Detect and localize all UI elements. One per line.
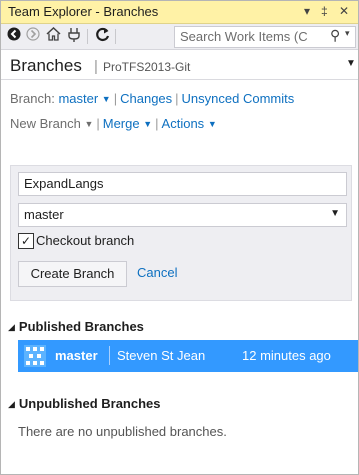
dropdown-icon[interactable]: ▾ [304, 4, 310, 18]
toolbar-separator [87, 29, 88, 44]
page-dropdown-icon[interactable]: ▼ [346, 58, 356, 69]
branch-name: master [55, 348, 98, 363]
branch-name-value: ExpandLangs [24, 176, 104, 191]
branch-icon [24, 345, 46, 367]
actions-label: Actions [161, 116, 205, 131]
new-branch-panel: ExpandLangs master ▼ ✓ Checkout branch C… [10, 165, 352, 301]
merge-link[interactable]: Merge ▼ [103, 116, 152, 131]
search-placeholder: Search Work Items (C [180, 29, 308, 44]
current-branch-name: master [58, 91, 99, 106]
team-explorer-window: Team Explorer - Branches ▾ ‡ ✕ Search Wo… [0, 0, 359, 475]
current-branch-selector[interactable]: master ▼ [58, 91, 110, 106]
checkout-branch-checkbox[interactable]: ✓ [18, 233, 34, 249]
cancel-link[interactable]: Cancel [137, 265, 177, 280]
title-bar[interactable]: Team Explorer - Branches ▾ ‡ ✕ [1, 1, 358, 24]
chevron-down-icon: ▼ [143, 119, 153, 129]
new-branch-link[interactable]: New Branch ▼ [10, 116, 93, 131]
source-branch-value: master [24, 207, 64, 222]
branch-time: 12 minutes ago [242, 348, 331, 363]
branch-author: Steven St Jean [117, 348, 206, 363]
nav-separator: | [113, 91, 118, 106]
chevron-down-icon: ▼ [330, 208, 340, 219]
toolbar: Search Work Items (C ⚲ ▾ [1, 24, 358, 50]
no-unpublished-branches-message: There are no unpublished branches. [18, 424, 227, 439]
close-icon[interactable]: ✕ [339, 4, 349, 18]
header-separator: | [94, 58, 98, 75]
collapse-triangle-icon: ◢ [8, 322, 15, 332]
unsynced-commits-link[interactable]: Unsynced Commits [182, 91, 295, 106]
chevron-down-icon: ▼ [84, 119, 94, 129]
published-branches-header[interactable]: ◢ Published Branches [8, 319, 144, 334]
refresh-icon[interactable] [93, 27, 111, 45]
collapse-triangle-icon: ◢ [8, 399, 15, 409]
unpublished-branches-title: Unpublished Branches [18, 396, 161, 411]
toolbar-separator [115, 29, 116, 44]
checkout-branch-label[interactable]: Checkout branch [36, 233, 134, 248]
pin-icon[interactable]: ‡ [321, 4, 328, 18]
create-branch-button[interactable]: Create Branch [18, 261, 127, 287]
page-header: Branches | ProTFS2013-Git ▼ [1, 49, 358, 80]
actions-link[interactable]: Actions ▼ [162, 116, 217, 131]
nav-separator: | [175, 91, 179, 106]
connect-icon[interactable] [66, 27, 82, 45]
published-branches-title: Published Branches [18, 319, 144, 334]
project-name: ProTFS2013-Git [103, 60, 191, 74]
source-branch-select[interactable]: master ▼ [18, 203, 347, 227]
branch-row-master[interactable]: master Steven St Jean 12 minutes ago [18, 340, 358, 372]
chevron-down-icon: ▼ [101, 94, 111, 104]
nav-separator: | [96, 116, 100, 131]
window-title: Team Explorer - Branches [8, 4, 159, 19]
search-work-items-input[interactable]: Search Work Items (C ⚲ ▾ [174, 26, 356, 48]
actions-nav-row: New Branch ▼ | Merge ▼ | Actions ▼ [10, 116, 217, 131]
branch-nav-row: Branch: master ▼ | Changes | Unsynced Commit… [10, 91, 294, 106]
chevron-down-icon: ▼ [207, 119, 217, 129]
search-dropdown-icon[interactable]: ▾ [345, 28, 350, 39]
back-icon[interactable] [6, 27, 22, 45]
changes-link[interactable]: Changes [120, 91, 172, 106]
branch-name-input[interactable]: ExpandLangs [18, 172, 347, 196]
unpublished-branches-header[interactable]: ◢ Unpublished Branches [8, 396, 161, 411]
home-icon[interactable] [45, 26, 61, 45]
merge-label: Merge [102, 116, 140, 131]
forward-icon[interactable] [25, 27, 41, 45]
page-title: Branches [10, 56, 82, 75]
branch-label: Branch: [10, 91, 55, 106]
search-icon[interactable]: ⚲ [330, 27, 340, 44]
nav-separator: | [155, 116, 159, 131]
branch-row-separator [109, 346, 110, 365]
new-branch-label: New Branch [10, 116, 81, 131]
